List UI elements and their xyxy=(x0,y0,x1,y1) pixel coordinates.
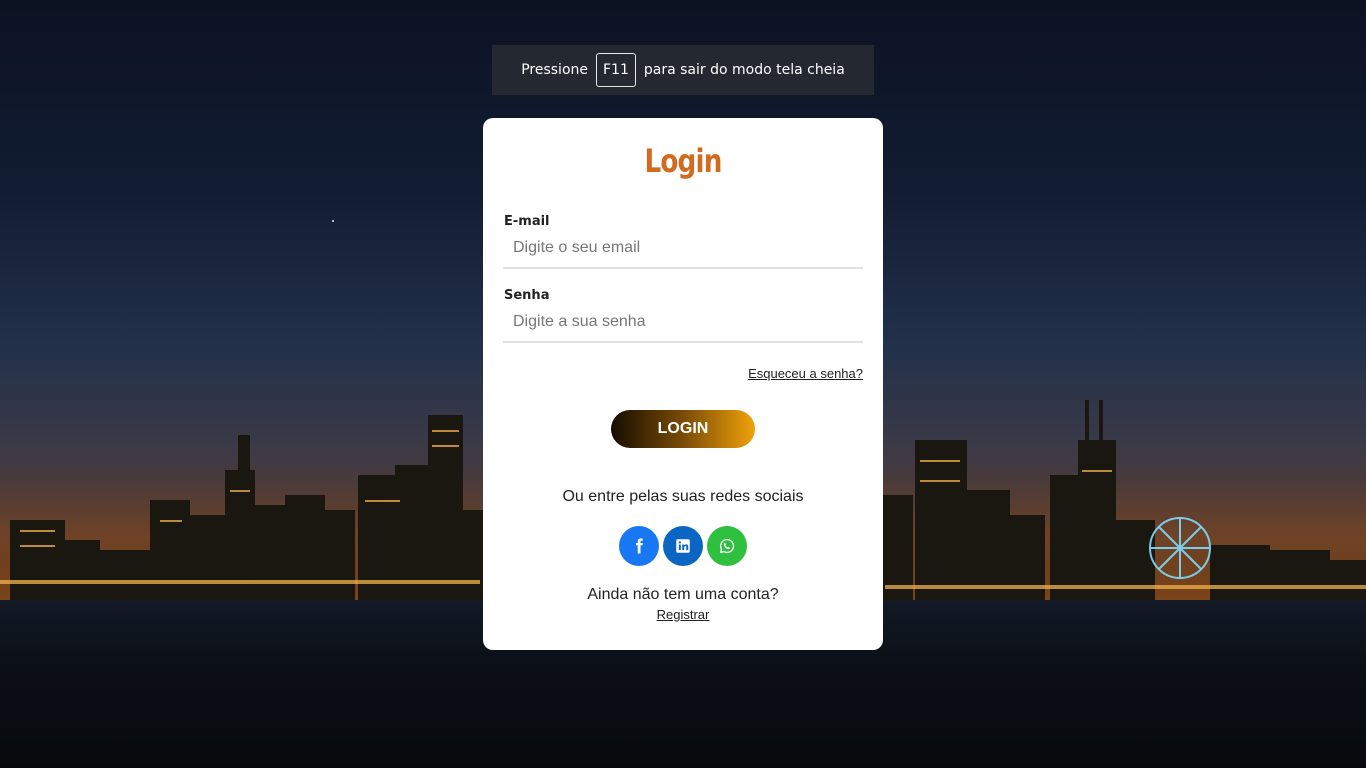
signup-prompt: Ainda não tem uma conta? xyxy=(587,586,779,603)
fullscreen-notice: Pressione F11 para sair do modo tela che… xyxy=(492,45,874,95)
linkedin-button[interactable] xyxy=(663,526,703,566)
login-card: Login E-mail Senha Esqueceu a senha? LOG… xyxy=(483,118,883,650)
forgot-password-link[interactable]: Esqueceu a senha? xyxy=(748,366,863,381)
page-title: Login xyxy=(644,142,722,180)
register-link[interactable]: Registrar xyxy=(503,607,863,622)
login-button[interactable]: LOGIN xyxy=(611,410,755,448)
social-buttons xyxy=(503,526,863,566)
linkedin-icon xyxy=(676,539,690,553)
email-field-group: E-mail xyxy=(503,214,863,269)
whatsapp-button[interactable] xyxy=(707,526,747,566)
whatsapp-icon xyxy=(719,538,735,554)
password-field[interactable] xyxy=(503,305,863,343)
fullscreen-notice-suffix: para sair do modo tela cheia xyxy=(643,62,845,78)
forgot-password-row: Esqueceu a senha? xyxy=(503,365,863,383)
email-field[interactable] xyxy=(503,231,863,269)
social-login-text: Ou entre pelas suas redes sociais xyxy=(562,488,804,505)
password-field-group: Senha xyxy=(503,288,863,343)
facebook-icon xyxy=(636,538,643,554)
email-label: E-mail xyxy=(504,214,550,229)
f11-key-hint: F11 xyxy=(596,53,636,87)
password-label: Senha xyxy=(504,288,550,303)
fullscreen-notice-prefix: Pressione xyxy=(521,62,588,78)
facebook-button[interactable] xyxy=(619,526,659,566)
